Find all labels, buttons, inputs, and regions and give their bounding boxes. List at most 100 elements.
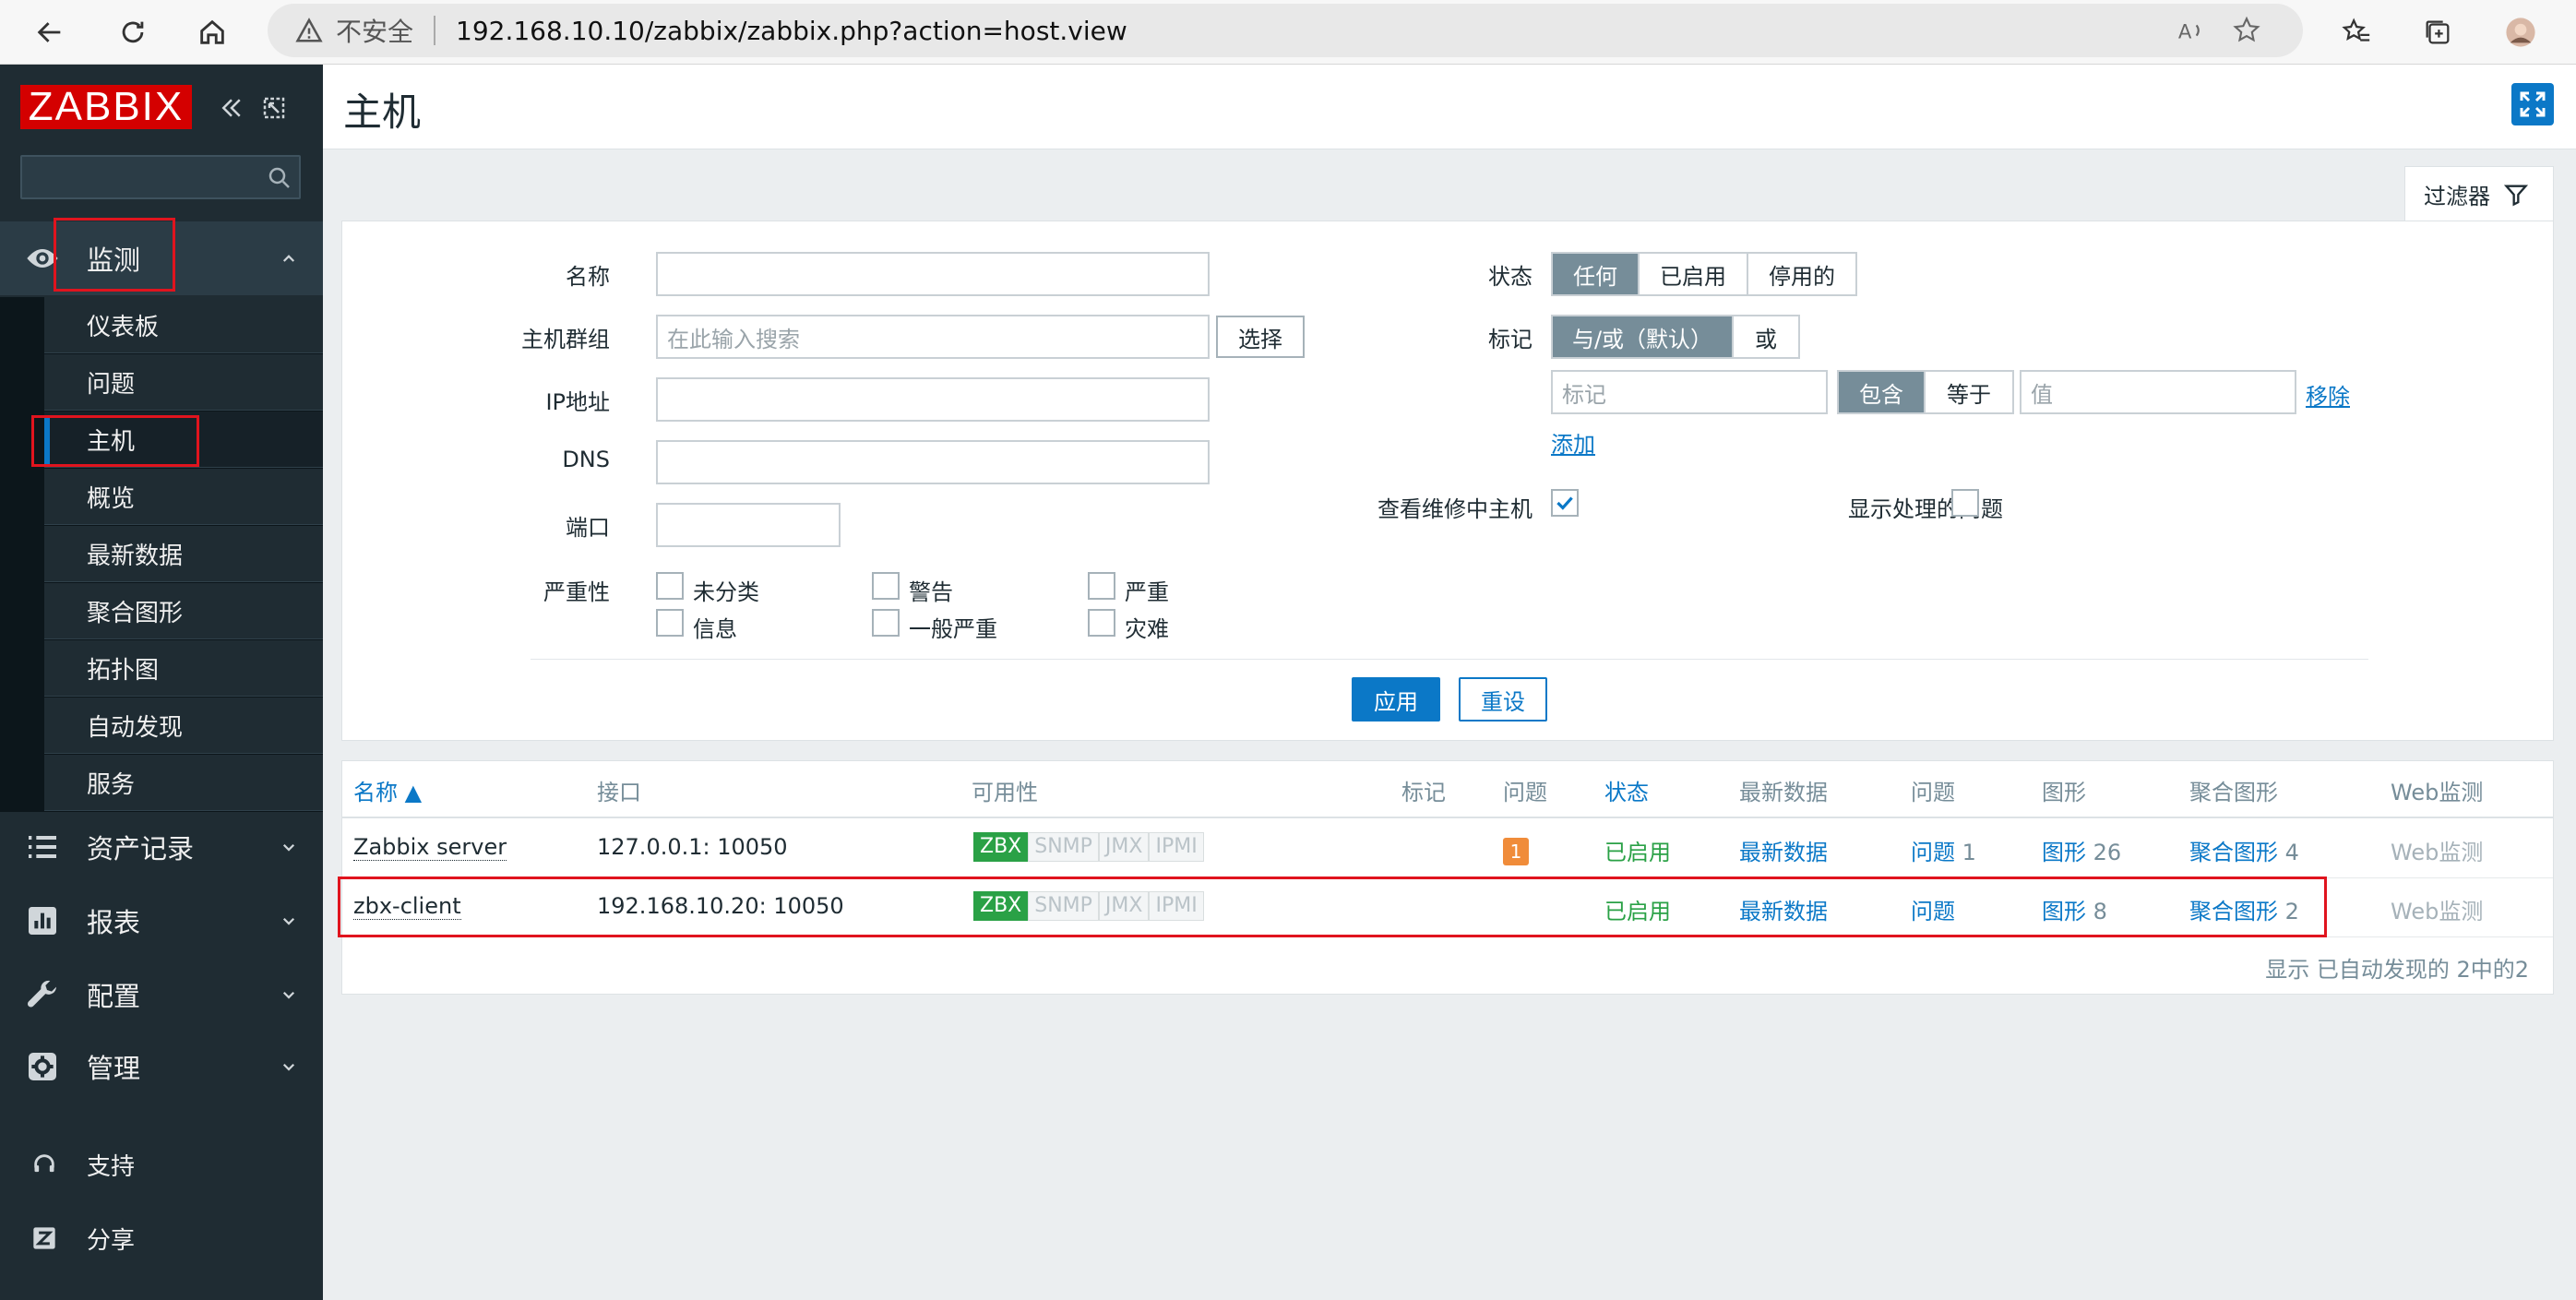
problems-link[interactable]: 问题 [1911,840,1955,865]
show-maintenance-checkbox[interactable] [1551,489,1579,517]
column-status-header[interactable]: 状态 [1604,774,1649,806]
submenu-latest-data[interactable]: 最新数据 [44,526,323,582]
checkmark-icon [1556,496,1573,510]
sidebar-search-input[interactable] [20,155,301,199]
screens-count: 4 [2284,840,2299,865]
severity-checkbox-warning[interactable] [872,572,900,600]
menu-configuration-label: 配置 [87,981,141,1012]
favorites-button[interactable] [2334,10,2379,54]
problems-link[interactable]: 问题 [1911,899,1955,924]
read-aloud-button[interactable]: A [2176,4,2207,57]
severity-checkbox-disaster[interactable] [1088,609,1115,637]
status-disabled-option[interactable]: 停用的 [1748,254,1855,294]
monitoring-submenu: 仪表板 问题 主机 概览 最新数据 聚合图形 拓扑图 自动发现 服务 [0,297,323,812]
reload-button[interactable] [111,10,155,54]
tag-mode-or-option[interactable]: 或 [1734,316,1798,357]
severity-checkbox-not-classified[interactable] [656,572,684,600]
filter-tab[interactable]: 过滤器 [2404,166,2554,221]
collections-icon [2426,20,2450,44]
menu-support-label: 支持 [87,1152,136,1181]
menu-inventory[interactable]: 资产记录 [0,810,323,884]
fullscreen-icon [2520,91,2546,117]
filter-panel: 名称 主机群组 在此输入搜索 选择 IP地址 DNS 端口 严重性 未分类 警告… [341,221,2554,741]
host-name-link[interactable]: Zabbix server [353,834,507,861]
host-status[interactable]: 已启用 [1604,834,1671,866]
kiosk-mode-button[interactable] [260,94,288,125]
chevron-down-icon [282,917,295,925]
chevron-down-icon [282,1063,295,1071]
collections-button[interactable] [2415,10,2460,54]
severity-checkbox-high[interactable] [1088,572,1115,600]
screens-link[interactable]: 聚合图形 [2189,899,2278,924]
status-segmented-control: 任何 已启用 停用的 [1551,252,1857,296]
tag-add-link[interactable]: 添加 [1551,426,1595,459]
column-name-header[interactable]: 名称 ▲ [353,774,422,806]
menu-configuration[interactable]: 配置 [0,958,323,1032]
eye-icon [27,249,58,268]
chevron-down-icon [282,843,295,852]
favorites-icon [2342,18,2370,42]
tag-operator-equals-option[interactable]: 等于 [1926,372,2012,412]
tag-name-input[interactable]: 标记 [1551,370,1828,414]
dns-input[interactable] [656,440,1210,484]
ip-input[interactable] [656,377,1210,422]
port-input[interactable] [656,503,841,547]
submenu-dashboard[interactable]: 仪表板 [44,297,323,353]
profile-button[interactable] [2498,10,2543,54]
reload-icon [122,21,144,43]
submenu-hosts[interactable]: 主机 [44,411,323,468]
host-name-link[interactable]: zbx-client [353,893,461,920]
zabbix-logo[interactable]: ZABBIX [20,85,192,129]
status-any-option[interactable]: 任何 [1553,254,1640,294]
host-status[interactable]: 已启用 [1604,893,1671,925]
screens-link[interactable]: 聚合图形 [2189,840,2278,865]
status-enabled-option[interactable]: 已启用 [1640,254,1748,294]
headset-icon [34,1154,54,1173]
apply-button[interactable]: 应用 [1352,677,1440,722]
back-button[interactable] [28,10,72,54]
submenu-discovery[interactable]: 自动发现 [44,698,323,754]
submenu-problems[interactable]: 问题 [44,354,323,411]
menu-reports[interactable]: 报表 [0,884,323,958]
name-input[interactable] [656,252,1210,296]
add-favorite-button[interactable] [2231,4,2262,57]
menu-monitoring[interactable]: 监测 [0,221,323,295]
tag-mode-andor-option[interactable]: 与/或（默认） [1553,316,1734,357]
double-chevron-left-icon [221,99,241,117]
menu-support[interactable]: 支持 [0,1127,323,1201]
svg-text:A: A [2178,21,2192,44]
address-bar[interactable]: 不安全 192.168.10.10/zabbix/zabbix.php?acti… [268,4,2303,57]
hostgroup-input[interactable]: 在此输入搜索 [656,315,1210,359]
submenu-screens[interactable]: 聚合图形 [44,583,323,639]
submenu-overview[interactable]: 概览 [44,469,323,525]
latest-data-link[interactable]: 最新数据 [1739,834,1828,866]
availability-jmx: JMX [1098,891,1150,921]
problem-count-badge[interactable]: 1 [1503,838,1529,865]
availability-zbx: ZBX [973,891,1029,921]
tag-value-input[interactable]: 值 [2020,370,2296,414]
availability-snmp: SNMP [1028,891,1099,921]
column-problems-link-header: 问题 [1911,780,1955,805]
tag-operator-contains-option[interactable]: 包含 [1839,372,1926,412]
menu-administration[interactable]: 管理 [0,1030,323,1103]
latest-data-link[interactable]: 最新数据 [1739,893,1828,925]
fullscreen-button[interactable] [2511,83,2554,125]
severity-checkbox-average[interactable] [872,609,900,637]
availability-ipmi: IPMI [1149,832,1204,862]
web-monitoring-link: Web监测 [2391,840,2484,865]
show-suppressed-checkbox[interactable] [1951,489,1979,517]
tag-remove-link[interactable]: 移除 [2306,378,2350,411]
graphs-link[interactable]: 图形 [2042,899,2086,924]
reset-button[interactable]: 重设 [1459,677,1547,722]
severity-checkbox-information[interactable] [656,609,684,637]
submenu-services[interactable]: 服务 [44,755,323,811]
chevron-up-icon [282,255,295,262]
insecure-label: 不安全 [336,17,414,47]
hostgroup-select-button[interactable]: 选择 [1216,316,1305,358]
submenu-maps[interactable]: 拓扑图 [44,640,323,697]
menu-share[interactable]: 分享 [0,1201,323,1275]
graphs-link[interactable]: 图形 [2042,840,2086,865]
list-icon [29,836,56,858]
home-button[interactable] [190,10,234,54]
collapse-sidebar-button[interactable] [218,94,245,125]
